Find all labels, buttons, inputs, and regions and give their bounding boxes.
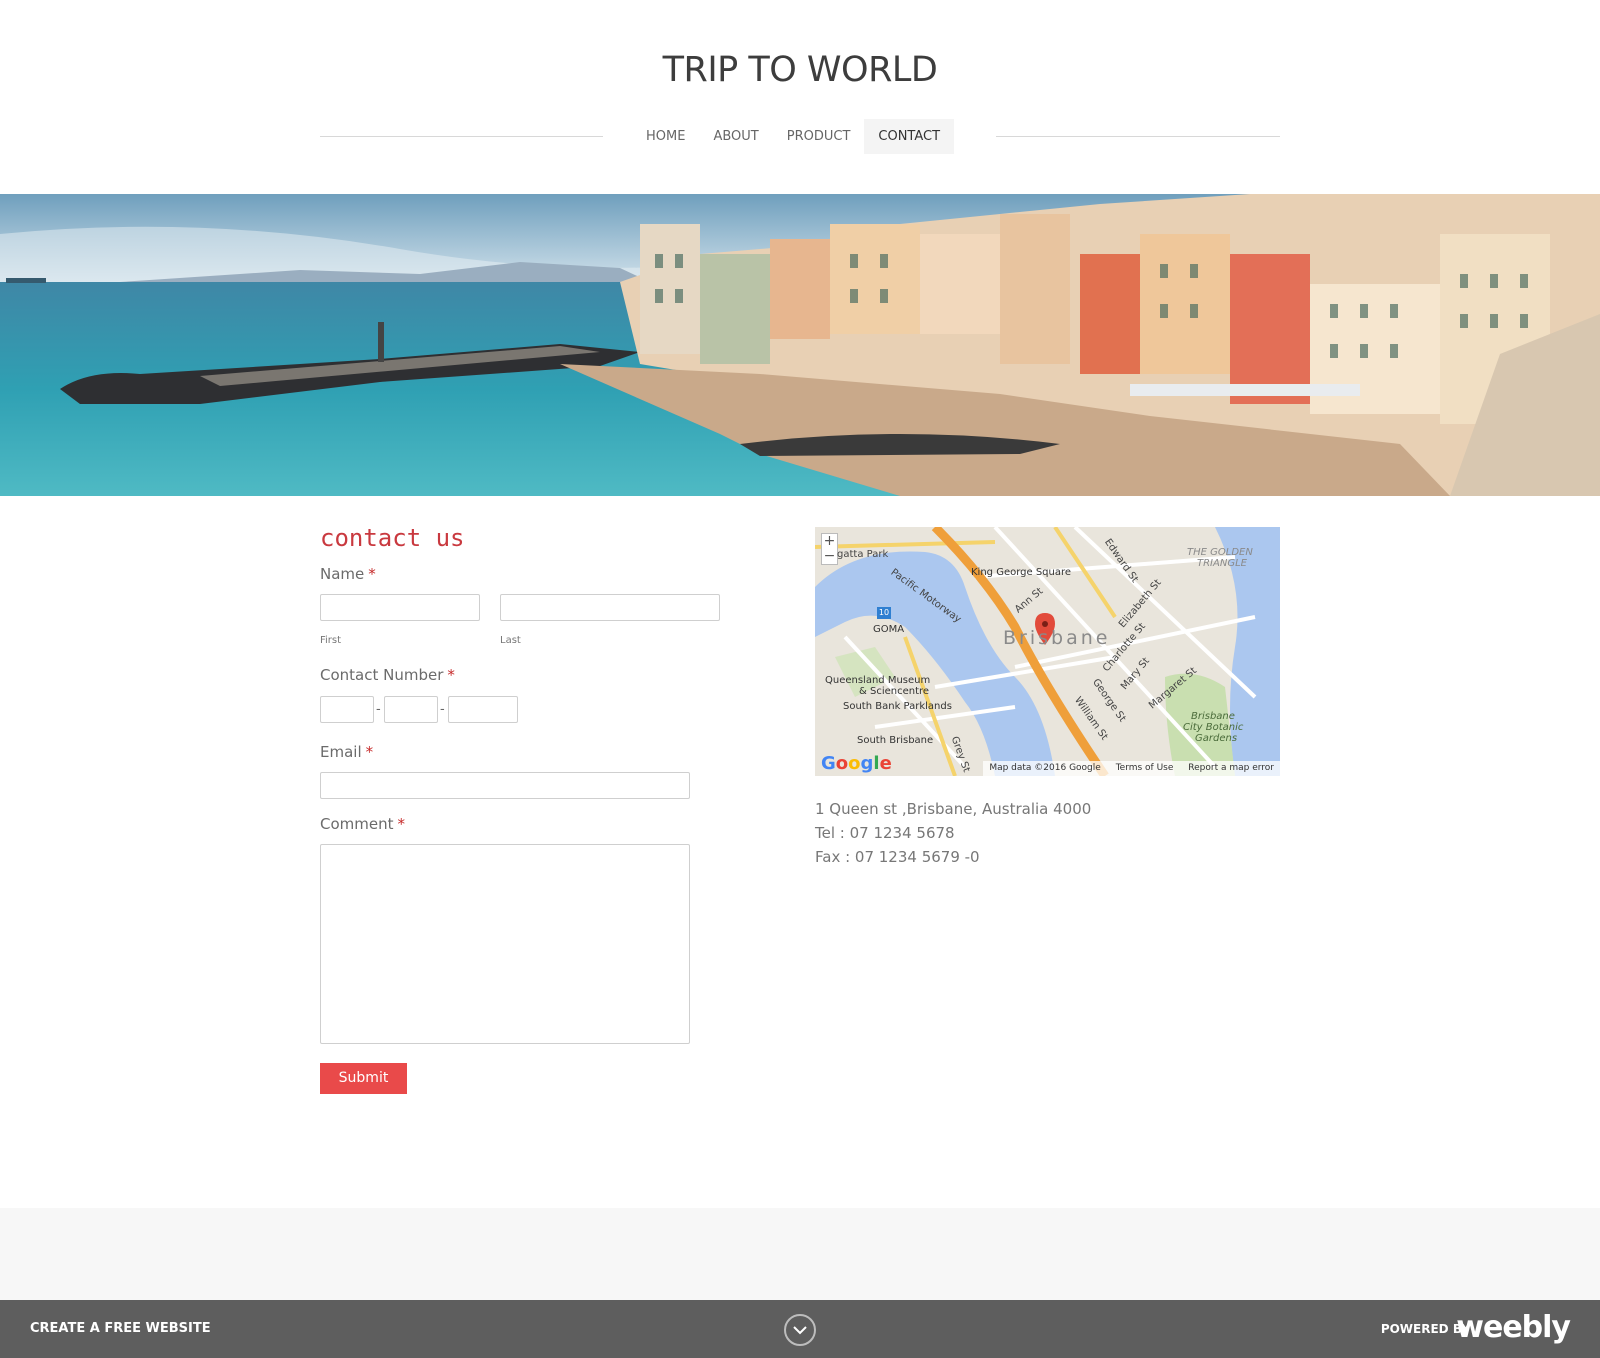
comment-label-text: Comment (320, 815, 394, 833)
first-name-input[interactable] (320, 594, 480, 621)
site-footer (0, 1208, 1600, 1300)
map-zoom-out-button[interactable]: − (822, 549, 837, 564)
map-label-gardens-2: City Botanic (1183, 722, 1244, 733)
weebly-logo[interactable]: weebly (1456, 1310, 1571, 1345)
expand-footer-button[interactable] (784, 1314, 816, 1346)
first-name-sublabel: First (320, 635, 342, 646)
map-label-goma: GOMA (873, 624, 905, 635)
map-label-gardens-3: Gardens (1195, 733, 1238, 744)
submit-button[interactable]: Submit (320, 1063, 407, 1094)
name-label: Name * (320, 565, 376, 583)
main-nav: HOME ABOUT PRODUCT CONTACT (632, 119, 955, 154)
phone-separator: - (440, 702, 445, 717)
map-label-south-brisbane: South Brisbane (857, 735, 934, 746)
nav-divider-left (320, 136, 603, 137)
comment-textarea[interactable] (320, 844, 690, 1044)
email-input[interactable] (320, 772, 690, 799)
map-label-gardens-1: Brisbane (1191, 711, 1235, 722)
nav-divider-right (996, 136, 1280, 137)
map-label-park: gatta Park (837, 549, 889, 560)
phone-separator: - (376, 702, 381, 717)
tel-line: Tel : 07 1234 5678 (815, 824, 955, 842)
required-mark: * (447, 666, 455, 684)
contact-number-label: Contact Number * (320, 666, 455, 684)
nav-item-home[interactable]: HOME (632, 119, 699, 154)
phone-area-input[interactable] (320, 696, 374, 723)
map-label-museum-1: Queensland Museum (825, 675, 931, 686)
map-report-link[interactable]: Report a map error (1188, 763, 1274, 773)
contact-title: contact us (320, 524, 465, 552)
last-name-input[interactable] (500, 594, 720, 621)
nav-item-contact[interactable]: CONTACT (864, 119, 955, 154)
nav-item-product[interactable]: PRODUCT (773, 119, 865, 154)
contact-number-label-text: Contact Number (320, 666, 444, 684)
chevron-down-icon (793, 1326, 807, 1335)
map-route-shield: 10 (877, 607, 891, 619)
map-label-golden-triangle-1: THE GOLDEN (1187, 547, 1253, 558)
email-label-text: Email (320, 743, 362, 761)
phone-prefix-input[interactable] (384, 696, 438, 723)
map-zoom-in-button[interactable]: + (822, 534, 837, 549)
create-free-website-link[interactable]: CREATE A FREE WEBSITE (30, 1321, 211, 1336)
required-mark: * (368, 565, 376, 583)
map-data-credit: Map data ©2016 Google (989, 763, 1101, 773)
banner-image (0, 194, 1600, 496)
map-attribution-bar: Map data ©2016 Google Terms of Use Repor… (983, 761, 1280, 776)
map-zoom-control: + − (821, 533, 838, 565)
fax-line: Fax : 07 1234 5679 -0 (815, 848, 980, 866)
site-title[interactable]: TRIP TO WORLD (0, 50, 1600, 90)
nav-item-about[interactable]: ABOUT (699, 119, 772, 154)
weebly-promo-bar: CREATE A FREE WEBSITE POWERED BY weebly (0, 1300, 1600, 1358)
required-mark: * (365, 743, 374, 761)
map-label-museum-2: & Sciencentre (859, 686, 930, 697)
map-label-golden-triangle-2: TRIANGLE (1197, 558, 1247, 569)
map-label-brisbane: Brisbane (1003, 627, 1111, 649)
phone-line-input[interactable] (448, 696, 518, 723)
location-map[interactable]: + − gatta Park Pacific Motorway King Geo… (815, 527, 1280, 776)
name-label-text: Name (320, 565, 365, 583)
address-line: 1 Queen st ,Brisbane, Australia 4000 (815, 800, 1092, 818)
required-mark: * (397, 815, 406, 833)
map-label-king-george-square: King George Square (971, 567, 1072, 578)
last-name-sublabel: Last (500, 635, 521, 646)
map-terms-link[interactable]: Terms of Use (1116, 763, 1174, 773)
coastal-town-illustration (0, 194, 1600, 496)
comment-label: Comment * (320, 815, 405, 833)
email-label: Email * (320, 743, 373, 761)
map-label-parklands: South Bank Parklands (843, 701, 952, 712)
google-logo: Google (821, 753, 892, 774)
